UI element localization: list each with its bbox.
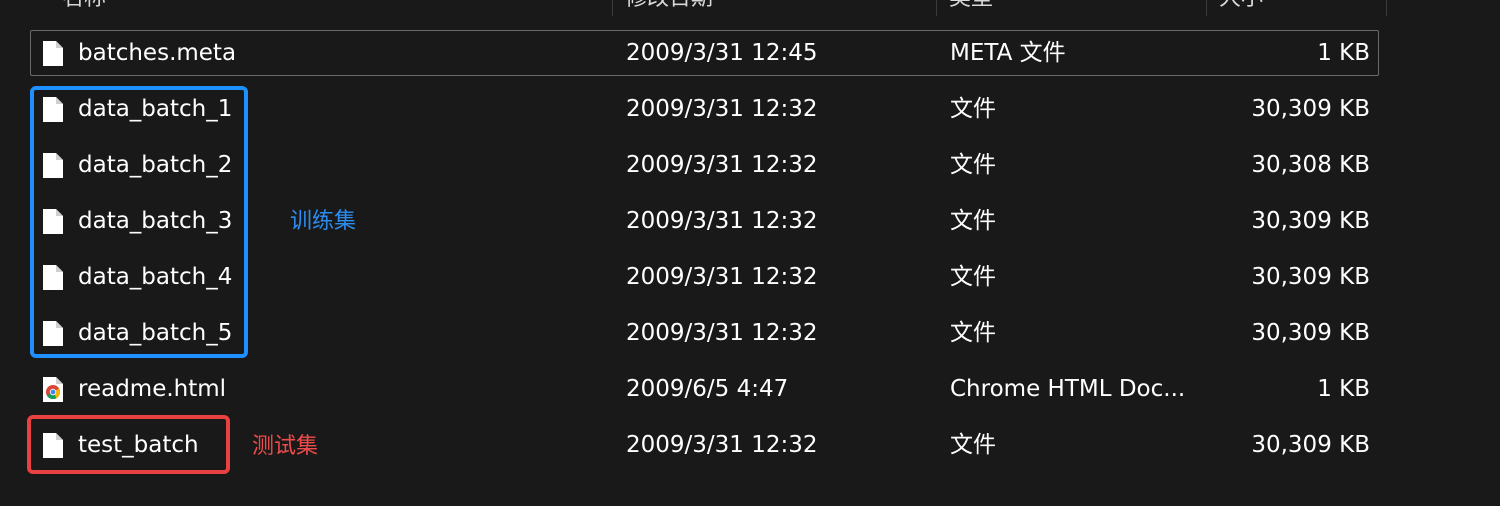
training-set-highlight-box — [30, 86, 248, 358]
test-set-highlight-box — [27, 415, 230, 474]
file-type: 文件 — [950, 320, 996, 346]
file-date: 2009/6/5 4:47 — [626, 376, 789, 402]
file-size: 1 KB — [1317, 376, 1370, 402]
file-row-readme-html[interactable]: readme.html 2009/6/5 4:47 Chrome HTML Do… — [30, 366, 1379, 412]
chrome-html-icon — [42, 376, 64, 403]
file-explorer-list: 名称 修改日期 类型 大小 batches.meta 2009/3/31 12:… — [0, 0, 1500, 506]
file-size: 1 KB — [1317, 40, 1370, 66]
file-type: 文件 — [950, 152, 996, 178]
file-size: 30,309 KB — [1251, 264, 1370, 290]
file-type: 文件 — [950, 96, 996, 122]
test-set-label: 测试集 — [252, 434, 319, 459]
file-size: 30,309 KB — [1251, 320, 1370, 346]
file-size: 30,308 KB — [1251, 152, 1370, 178]
file-date: 2009/3/31 12:32 — [626, 320, 818, 346]
file-size: 30,309 KB — [1251, 432, 1370, 458]
column-header-type[interactable]: 类型 — [949, 0, 993, 12]
file-date: 2009/3/31 12:32 — [626, 432, 818, 458]
column-header-name[interactable]: 名称 — [62, 0, 106, 12]
file-date: 2009/3/31 12:32 — [626, 208, 818, 234]
column-header-date[interactable]: 修改日期 — [625, 0, 713, 12]
file-type: META 文件 — [950, 40, 1066, 66]
file-date: 2009/3/31 12:32 — [626, 152, 818, 178]
file-icon — [42, 40, 64, 67]
file-date: 2009/3/31 12:32 — [626, 264, 818, 290]
file-name: batches.meta — [78, 40, 237, 66]
file-type: 文件 — [950, 208, 996, 234]
column-divider[interactable] — [1206, 0, 1207, 16]
column-header-size[interactable]: 大小 — [1219, 0, 1263, 12]
column-divider[interactable] — [612, 0, 613, 16]
file-type: 文件 — [950, 264, 996, 290]
column-header: 名称 修改日期 类型 大小 — [0, 0, 1500, 16]
column-divider[interactable] — [936, 0, 937, 16]
training-set-label: 训练集 — [290, 209, 357, 234]
file-size: 30,309 KB — [1251, 96, 1370, 122]
file-name: readme.html — [78, 376, 227, 402]
file-date: 2009/3/31 12:45 — [626, 40, 818, 66]
file-date: 2009/3/31 12:32 — [626, 96, 818, 122]
file-size: 30,309 KB — [1251, 208, 1370, 234]
column-divider[interactable] — [1386, 0, 1387, 16]
file-type: Chrome HTML Doc... — [950, 376, 1186, 402]
file-type: 文件 — [950, 432, 996, 458]
file-row-batches-meta[interactable]: batches.meta 2009/3/31 12:45 META 文件 1 K… — [30, 30, 1379, 76]
file-row-test-batch[interactable]: test_batch 2009/3/31 12:32 文件 30,309 KB — [30, 422, 1379, 468]
